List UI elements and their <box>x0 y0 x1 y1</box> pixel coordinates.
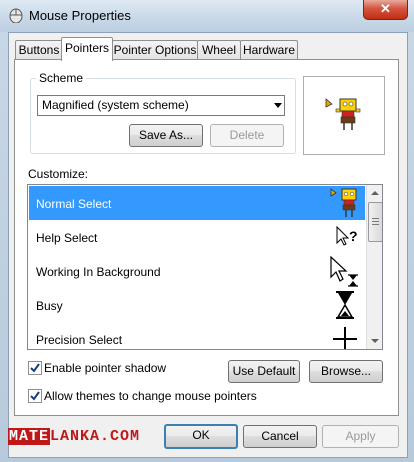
scheme-dropdown[interactable]: Magnified (system scheme) <box>37 95 285 116</box>
svg-text:?: ? <box>349 228 358 244</box>
scheme-label: Scheme <box>36 71 87 85</box>
checkmark-icon <box>30 391 40 401</box>
cartoon-arrow-icon <box>325 98 361 130</box>
list-item-working-in-background[interactable]: Working In Background <box>29 254 365 288</box>
tab-hardware[interactable]: Hardware <box>240 40 298 60</box>
grip-line <box>372 221 379 222</box>
list-item-label: Precision Select <box>36 333 123 347</box>
cancel-button[interactable]: Cancel <box>243 425 317 448</box>
scroll-down-button[interactable] <box>367 333 382 349</box>
cursor-preview <box>303 76 385 155</box>
chevron-down-icon <box>274 103 282 108</box>
mouse-icon <box>9 8 23 23</box>
list-item-busy[interactable]: Busy <box>29 288 365 322</box>
close-button[interactable]: ✕ <box>363 0 408 20</box>
tab-pointers[interactable]: Pointers <box>61 37 113 61</box>
browse-button[interactable]: Browse... <box>309 360 383 383</box>
shadow-checkbox[interactable] <box>28 361 42 375</box>
apply-button[interactable]: Apply <box>322 425 399 448</box>
themes-label: Allow themes to change mouse pointers <box>44 389 257 403</box>
scroll-up-button[interactable] <box>367 185 382 201</box>
scheme-selected-value: Magnified (system scheme) <box>42 98 189 112</box>
list-item-label: Help Select <box>36 231 98 245</box>
checkmark-icon <box>30 363 40 373</box>
grip-line <box>372 218 379 219</box>
watermark-part2: LANKA.COM <box>50 428 141 445</box>
shadow-label: Enable pointer shadow <box>44 361 167 375</box>
help-cursor-icon: ? <box>336 225 358 246</box>
hourglass-icon <box>336 291 354 319</box>
list-item-precision-select[interactable]: Precision Select <box>29 322 365 349</box>
grip-line <box>372 224 379 225</box>
window-title: Mouse Properties <box>29 8 131 23</box>
pointer-list[interactable]: Normal Select Help Select ? Working In B… <box>27 184 383 350</box>
customize-label: Customize: <box>28 167 89 181</box>
cartoon-arrow-icon <box>330 188 357 217</box>
tab-buttons[interactable]: Buttons <box>15 40 63 60</box>
list-item-label: Busy <box>36 299 63 313</box>
crosshair-icon <box>333 327 357 349</box>
list-scrollbar[interactable] <box>366 185 382 349</box>
watermark-part1: MATE <box>8 428 51 445</box>
use-default-button[interactable]: Use Default <box>228 360 300 383</box>
delete-button[interactable]: Delete <box>210 124 284 147</box>
tab-pointer-options[interactable]: Pointer Options <box>112 40 198 60</box>
list-item-label: Normal Select <box>36 197 112 211</box>
ok-button[interactable]: OK <box>164 424 238 449</box>
save-as-button[interactable]: Save As... <box>129 124 203 147</box>
list-item-label: Working In Background <box>36 265 161 279</box>
watermark: MATELANKA.COM <box>8 428 140 445</box>
list-item-normal-select[interactable]: Normal Select <box>29 186 365 220</box>
tab-wheel[interactable]: Wheel <box>197 40 241 60</box>
close-icon: ✕ <box>380 1 391 16</box>
title-bar: Mouse Properties ✕ <box>0 0 414 32</box>
working-cursor-icon <box>330 255 358 287</box>
chevron-up-icon <box>371 191 379 195</box>
scroll-thumb[interactable] <box>368 202 382 242</box>
themes-checkbox[interactable] <box>28 389 42 403</box>
chevron-down-icon <box>371 339 379 343</box>
list-item-help-select[interactable]: Help Select ? <box>29 220 365 254</box>
